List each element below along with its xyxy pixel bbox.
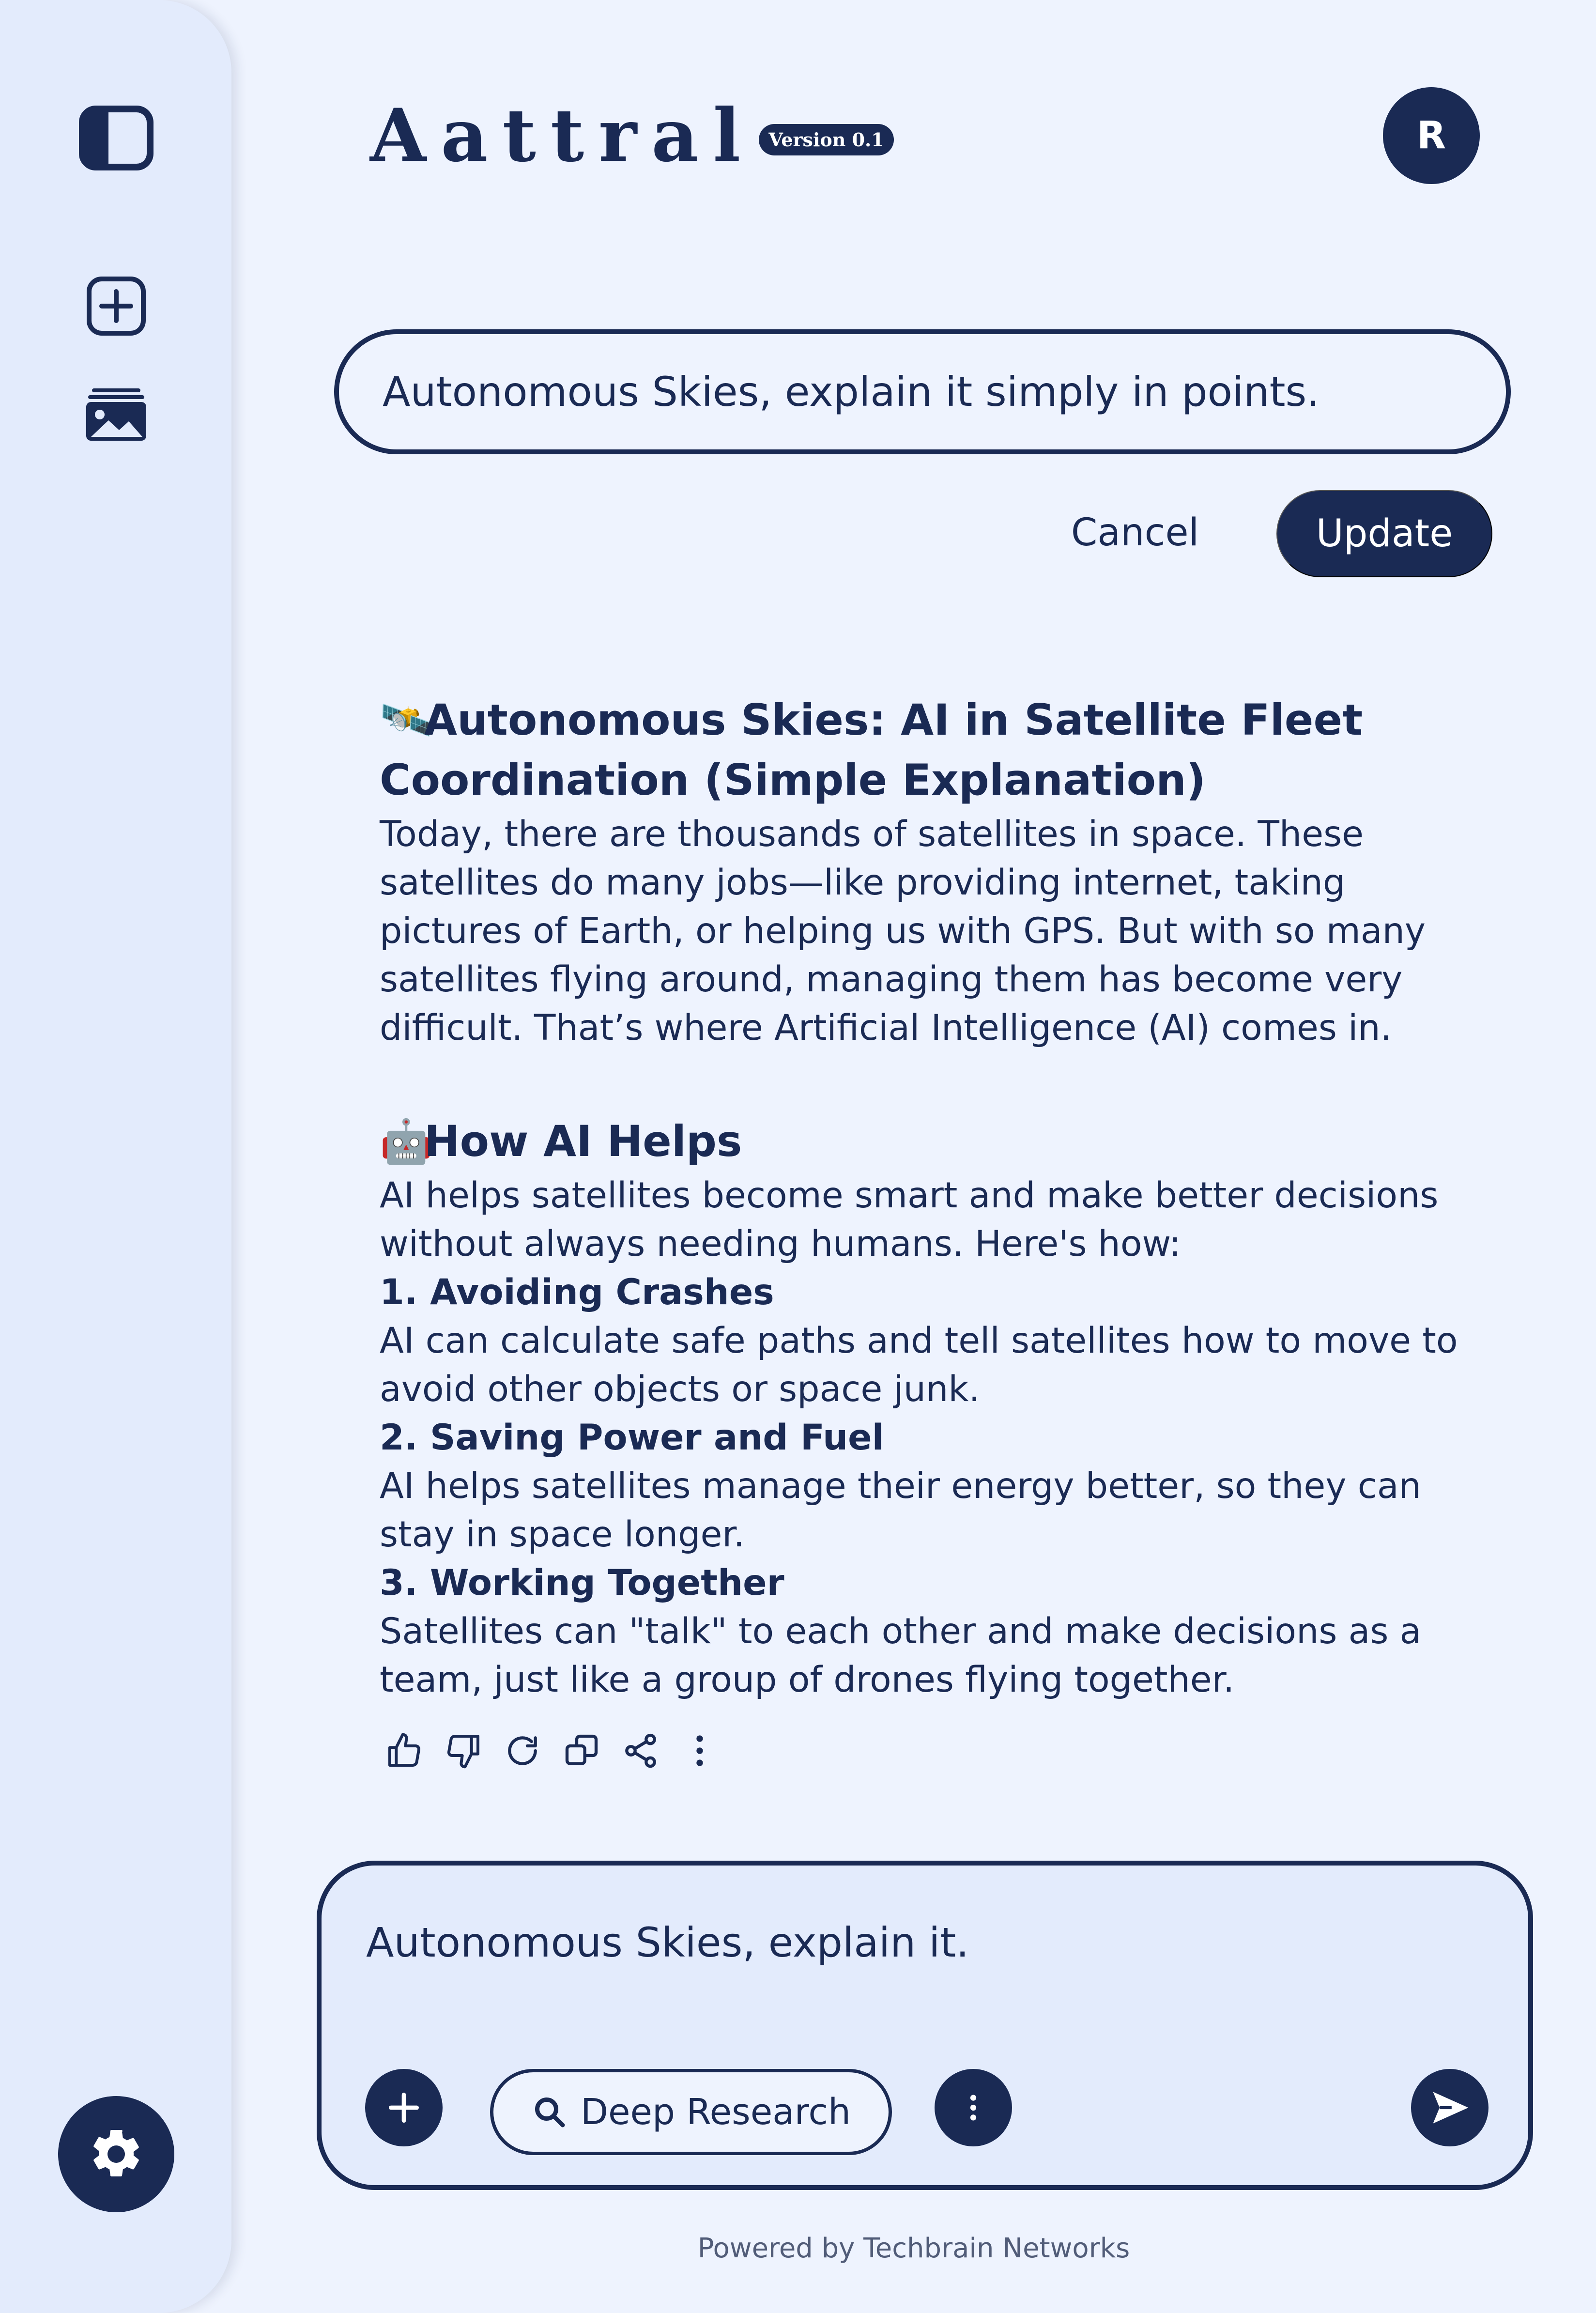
point-title: 3. Working Together [380,1562,784,1604]
plus-icon [384,2088,423,2127]
section-intro: AI helps satellites become smart and mak… [380,1175,1439,1264]
share-icon[interactable] [619,1729,662,1773]
sidebar-toggle-icon[interactable] [77,104,155,172]
point-text: Satellites can "talk" to each other and … [380,1611,1422,1700]
brand-name: Aattral [370,93,755,178]
search-icon [532,2095,567,2129]
answer-intro: Today, there are thousands of satellites… [380,814,1426,1049]
point-text: AI helps satellites manage their energy … [380,1465,1421,1555]
gallery-icon[interactable] [85,387,147,442]
thumbs-down-icon[interactable] [442,1729,485,1773]
section-title: 🤖How AI Helps [380,1111,1474,1172]
section-title-text: How AI Helps [424,1116,742,1166]
update-button[interactable]: Update [1276,490,1492,577]
composer-more-button[interactable] [935,2069,1012,2146]
assistant-answer: 🛰️Autonomous Skies: AI in Satellite Flee… [380,690,1474,1704]
gear-icon [87,2125,145,2183]
send-button[interactable] [1411,2069,1489,2146]
cancel-button[interactable]: Cancel [1046,489,1224,576]
satellite-icon: 🛰️ [380,695,433,745]
edit-prompt-input[interactable]: Autonomous Skies, explain it simply in p… [334,329,1511,454]
answer-title-text: Autonomous Skies: AI in Satellite Fleet … [380,695,1363,805]
new-chat-icon[interactable] [85,275,147,337]
copy-icon[interactable] [560,1729,603,1773]
more-vertical-icon[interactable] [678,1729,721,1773]
deep-research-button[interactable]: Deep Research [490,2069,892,2155]
point-text: AI can calculate safe paths and tell sat… [380,1320,1458,1410]
brand: Aattral Version 0.1 [370,92,894,179]
version-badge: Version 0.1 [759,123,894,155]
deep-research-label: Deep Research [581,2091,851,2133]
answer-actions [383,1724,737,1777]
message-input[interactable]: Autonomous Skies, explain it. [366,1919,969,1966]
regenerate-icon[interactable] [501,1729,544,1773]
thumbs-up-icon[interactable] [383,1729,426,1773]
app-page: Aattral Version 0.1 R Autonomous Skies, … [0,0,1596,2313]
sidebar [0,0,231,2313]
robot-icon: 🤖 [380,1116,433,1166]
settings-button[interactable] [58,2096,174,2212]
avatar[interactable]: R [1383,87,1480,184]
point-title: 1. Avoiding Crashes [380,1272,774,1313]
send-icon [1427,2085,1472,2130]
attach-button[interactable] [365,2069,443,2146]
point-title: 2. Saving Power and Fuel [380,1417,884,1458]
chat-composer: Autonomous Skies, explain it. Deep Resea… [317,1861,1533,2190]
footer-text: Powered by Techbrain Networks [697,2233,1130,2264]
more-vertical-icon [956,2091,990,2125]
answer-title: 🛰️Autonomous Skies: AI in Satellite Flee… [380,690,1474,810]
